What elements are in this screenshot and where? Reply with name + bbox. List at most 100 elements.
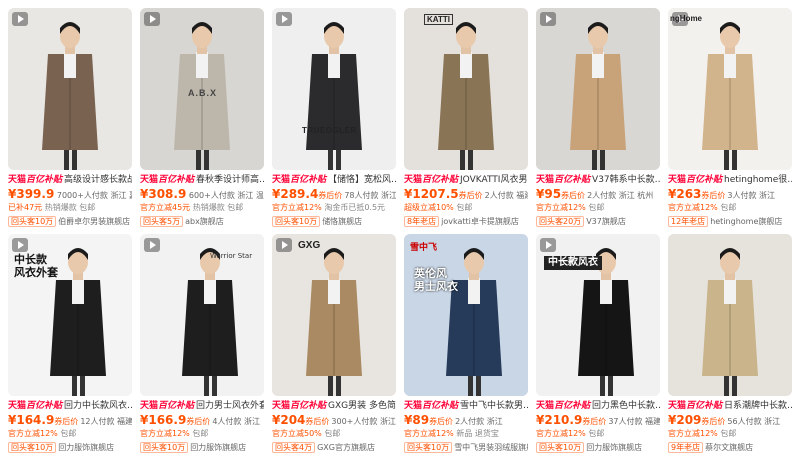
- product-card[interactable]: GXG天猫百亿补贴GXG男装 多色简…¥204券后价300+人付款 浙江官方立减…: [272, 234, 396, 460]
- product-card[interactable]: 中长款 风衣外套 天猫百亿补贴 回力中长款风衣… ¥164.9券后价 12人付款 福建官…: [8, 234, 132, 460]
- product-image[interactable]: 雪中飞 英伦风 男士风衣: [404, 234, 528, 396]
- product-title[interactable]: 天猫百亿补贴 hetinghome很…: [668, 174, 792, 187]
- shop-row[interactable]: 回头客4万 GXG官方旗舰店: [272, 441, 396, 454]
- shop-name-link[interactable]: 蔡尔文旗舰店: [705, 443, 753, 452]
- ship-location: 福建: [516, 191, 528, 200]
- shop-name-link[interactable]: 回力服饰旗舰店: [190, 443, 246, 452]
- price: ¥95: [536, 187, 562, 201]
- sales-count: 4人付款: [212, 417, 242, 426]
- coupon-price-label: 券后价: [458, 191, 483, 200]
- video-play-icon[interactable]: [540, 12, 556, 26]
- shop-row[interactable]: 回头客20万 V37旗舰店: [536, 215, 660, 228]
- shop-name-link[interactable]: GXG官方旗舰店: [317, 443, 375, 452]
- video-play-icon[interactable]: [276, 12, 292, 26]
- product-card[interactable]: 天猫百亿补贴高级设计感长款战…¥399.9 7000+人付款 浙江 嘉兴已补47…: [8, 8, 132, 234]
- product-card[interactable]: 中长款风衣 天猫百亿补贴 回力黑色中长款… ¥210.9券后价 37人付款 福建 官方立减…: [536, 234, 660, 460]
- shop-row[interactable]: 回头客5万 abx旗舰店: [140, 215, 264, 228]
- shop-name-link[interactable]: abx旗舰店: [185, 217, 224, 226]
- tmall-label: 天猫: [404, 401, 423, 411]
- shop-row[interactable]: 回头客10万雪中飞男装羽绒服旗舰店: [404, 441, 528, 454]
- product-title[interactable]: 天猫百亿补贴 雪中飞中长款男…: [404, 400, 528, 413]
- shop-row[interactable]: 回头客10万 回力服饰旗舰店: [8, 441, 132, 454]
- price: ¥308.9: [140, 187, 187, 201]
- video-play-icon[interactable]: [276, 238, 292, 252]
- shop-row[interactable]: 12年老店 hetinghome旗舰店: [668, 215, 792, 228]
- product-card[interactable]: 天猫百亿补贴 V37韩系中长款… ¥95券后价 2人付款 浙江 杭州 官方立减12% 包…: [536, 8, 660, 234]
- product-card[interactable]: ngHome 天猫百亿补贴 hetinghome很… ¥263券后价 3人付款 浙江 官方…: [668, 8, 792, 234]
- product-title-text: 回力中长款风衣…: [64, 401, 132, 411]
- discount-tag: 官方立减50%: [272, 429, 322, 438]
- product-title[interactable]: 天猫百亿补贴高级设计感长款战…: [8, 174, 132, 187]
- product-image[interactable]: KATTI: [404, 8, 528, 170]
- product-card[interactable]: 雪中飞 英伦风 男士风衣 天猫百亿补贴 雪中飞中长款男… ¥89券后价 2人付款 浙江 官方…: [404, 234, 528, 460]
- price: ¥289.4: [272, 187, 319, 201]
- subsidy-badge: 百亿补贴: [26, 175, 63, 185]
- shop-row[interactable]: 8年老店 jovkatti卓卡提旗舰店: [404, 215, 528, 228]
- product-title[interactable]: 天猫百亿补贴 V37韩系中长款…: [536, 174, 660, 187]
- product-title[interactable]: 天猫百亿补贴 回力中长款风衣…: [8, 400, 132, 413]
- product-title[interactable]: 天猫百亿补贴 【储恪】宽松风…: [272, 174, 396, 187]
- product-title[interactable]: 天猫百亿补贴回力男士风衣外套春秋季设…: [140, 400, 264, 413]
- discount-tag: 官方立减12%: [668, 429, 718, 438]
- product-title[interactable]: 天猫百亿补贴 春秋季设计师高…: [140, 174, 264, 187]
- product-image[interactable]: A.B.X: [140, 8, 264, 170]
- model-photo: [404, 8, 528, 170]
- shop-name-link[interactable]: jovkatti卓卡提旗舰店: [441, 217, 519, 226]
- product-image[interactable]: Warrior Star: [140, 234, 264, 396]
- price-row: ¥210.9券后价 37人付款 福建: [536, 413, 660, 428]
- shop-name-link[interactable]: V37旗舰店: [586, 217, 626, 226]
- product-card[interactable]: Warrior Star天猫百亿补贴回力男士风衣外套春秋季设…¥166.9券后价…: [140, 234, 264, 460]
- price: ¥399.9: [8, 187, 55, 201]
- video-play-icon[interactable]: [540, 238, 556, 252]
- product-image[interactable]: 中长款风衣: [536, 234, 660, 396]
- product-card[interactable]: 天猫百亿补贴 日系潮牌中长款… ¥209券后价 56人付款 浙江 官方立减12% 包邮 9…: [668, 234, 792, 460]
- brand-logo-text: TRUEOGLER: [302, 126, 357, 135]
- product-card[interactable]: TRUEOGLER 天猫百亿补贴 【储恪】宽松风… ¥289.4券后价 78人付款 浙江…: [272, 8, 396, 234]
- video-play-icon[interactable]: [144, 238, 160, 252]
- discount-tag: 官方立减12%: [8, 429, 58, 438]
- shop-row[interactable]: 回头客10万 回力服饰旗舰店: [536, 441, 660, 454]
- model-photo: [8, 8, 132, 170]
- product-image[interactable]: ngHome: [668, 8, 792, 170]
- product-title[interactable]: 天猫百亿补贴GXG男装 多色简…: [272, 400, 396, 413]
- shop-name-link[interactable]: 回力服饰旗舰店: [58, 443, 114, 452]
- shop-name-link[interactable]: 伯爵卓尔男装旗舰店: [58, 217, 130, 226]
- subsidy-badge: 百亿补贴: [158, 175, 195, 185]
- video-play-icon[interactable]: [12, 238, 28, 252]
- product-image[interactable]: [668, 234, 792, 396]
- video-play-icon[interactable]: [144, 12, 160, 26]
- shop-name-link[interactable]: hetinghome旗舰店: [710, 217, 782, 226]
- sales-count: 300+人付款: [331, 417, 378, 426]
- tmall-label: 天猫: [8, 401, 27, 411]
- sales-count: 56人付款: [727, 417, 762, 426]
- shop-badge: 回头客10万: [8, 216, 57, 227]
- video-play-icon[interactable]: [12, 12, 28, 26]
- shop-badge: 回头客10万: [140, 442, 189, 453]
- sales-count: 7000+人付款: [56, 191, 108, 200]
- product-title-text: 高级设计感长款战…: [64, 175, 132, 185]
- product-card[interactable]: KATTI天猫百亿补贴JOVKATTI风衣男2026春秋…¥1207.5券后价2…: [404, 8, 528, 234]
- shop-row[interactable]: 回头客10万 伯爵卓尔男装旗舰店: [8, 215, 132, 228]
- product-title[interactable]: 天猫百亿补贴 日系潮牌中长款…: [668, 400, 792, 413]
- product-image[interactable]: GXG: [272, 234, 396, 396]
- shop-row[interactable]: 回头客10万 储恪旗舰店: [272, 215, 396, 228]
- shop-row[interactable]: 回头客10万 回力服饰旗舰店: [140, 441, 264, 454]
- product-image[interactable]: [8, 8, 132, 170]
- product-image[interactable]: [536, 8, 660, 170]
- shop-name-link[interactable]: 回力服饰旗舰店: [586, 443, 642, 452]
- product-title[interactable]: 天猫百亿补贴 回力黑色中长款…: [536, 400, 660, 413]
- price-row: ¥209券后价 56人付款 浙江: [668, 413, 792, 428]
- promo-tags: 官方立减12% 新品 退货宝: [404, 428, 528, 440]
- subsidy-badge: 百亿补贴: [26, 401, 63, 411]
- product-title[interactable]: 天猫百亿补贴JOVKATTI风衣男2026春秋…: [404, 174, 528, 187]
- promo-tags: 已补47元 热销爆款 包邮: [8, 202, 132, 214]
- product-image[interactable]: 中长款 风衣外套: [8, 234, 132, 396]
- product-image[interactable]: TRUEOGLER: [272, 8, 396, 170]
- shop-name-link[interactable]: 雪中飞男装羽绒服旗舰店: [454, 443, 528, 452]
- shop-name-link[interactable]: 储恪旗舰店: [322, 217, 362, 226]
- product-card[interactable]: A.B.X天猫百亿补贴春秋季设计师高…¥308.9 600+人付款 浙江 温州官…: [140, 8, 264, 234]
- shop-row[interactable]: 9年老店 蔡尔文旗舰店: [668, 441, 792, 454]
- discount-tag: 官方立减45元: [140, 203, 191, 212]
- promo-tags: 官方立减12% 包邮: [668, 428, 792, 440]
- promo-tags: 官方立减12% 包邮: [8, 428, 132, 440]
